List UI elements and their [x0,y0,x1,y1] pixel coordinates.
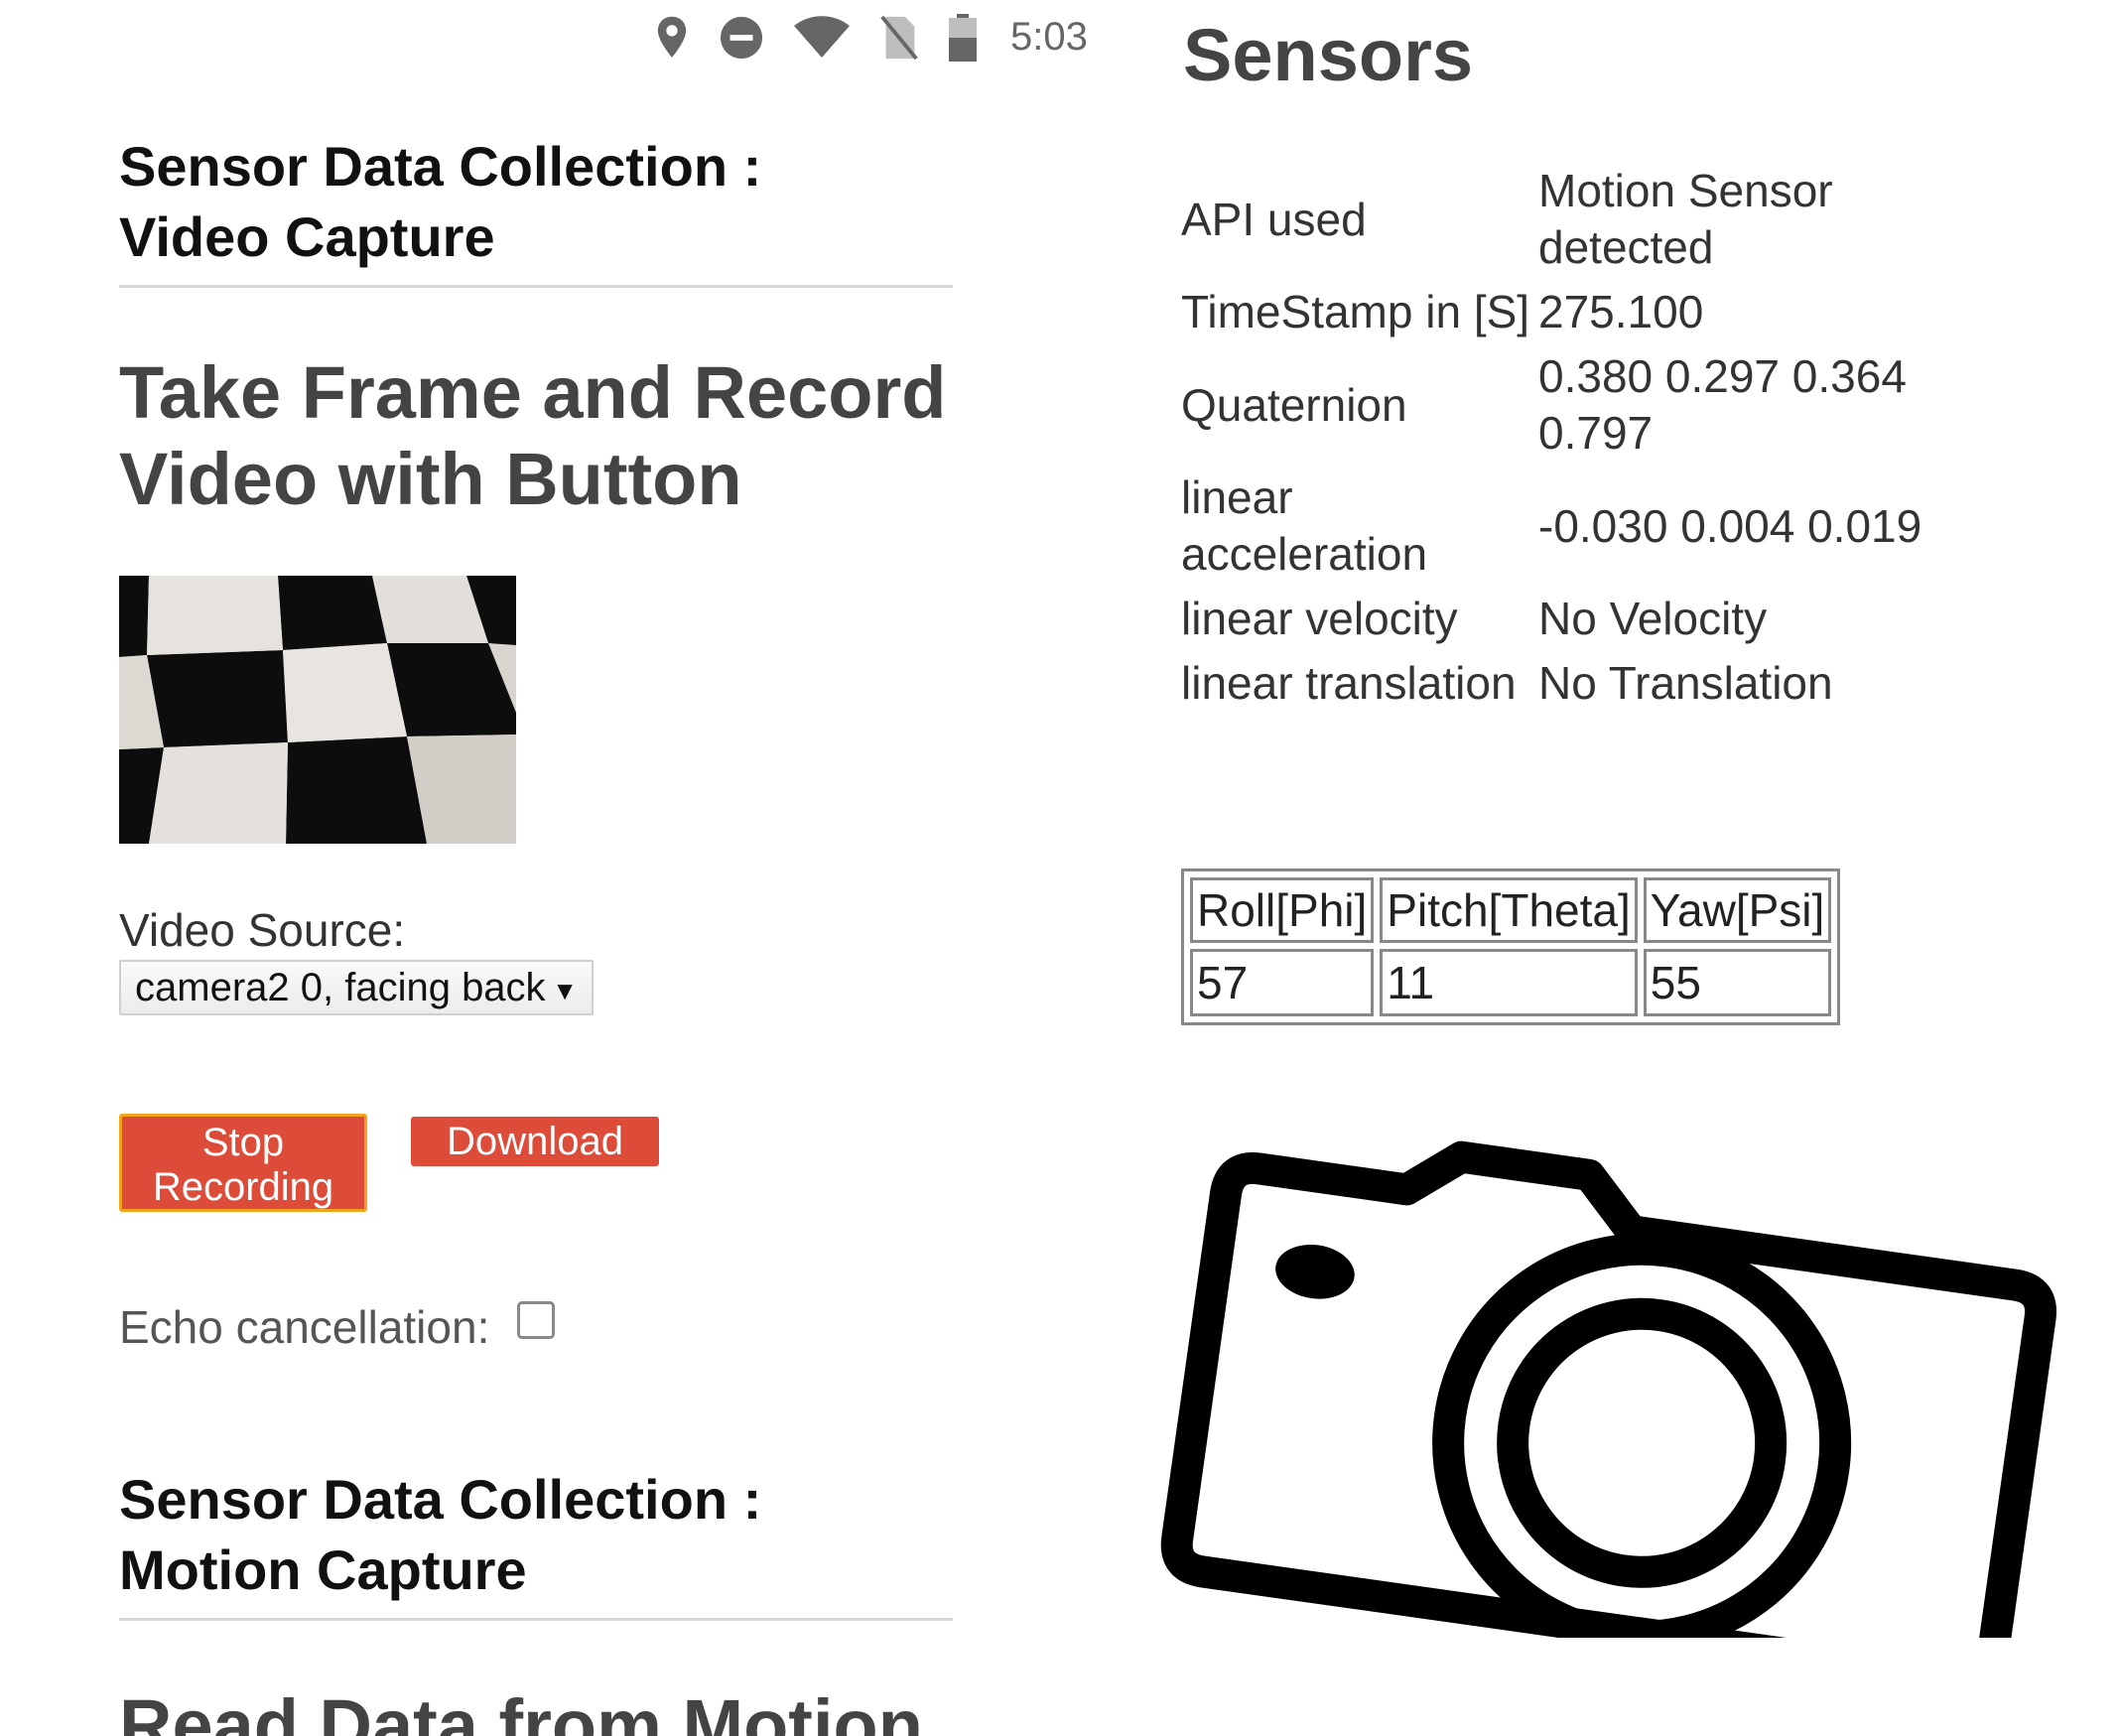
battery-icon [949,13,977,62]
divider [119,1618,953,1621]
sensor-info-label: linear acceleration [1181,471,1428,580]
no-sim-icon [880,15,918,60]
divider [119,285,953,288]
location-icon [657,16,687,58]
pitch-header: Pitch[Theta] [1380,877,1638,943]
motion-heading: Read Data from Motion [119,1682,1032,1736]
status-bar: 5:03 [655,10,1088,65]
angles-value-row: 57 11 55 [1190,949,1832,1016]
sensor-info-label: TimeStamp in [S] [1181,286,1530,337]
motion-section-title-line1: Sensor Data Collection : [119,1468,762,1531]
checkerboard-image [119,576,516,844]
video-source-value: camera2 0, facing back [135,965,546,1009]
yaw-header: Yaw[Psi] [1643,877,1832,943]
sensor-info-row: linear velocity No Velocity [1181,587,1955,651]
echo-cancellation-checkbox[interactable] [517,1301,556,1339]
yaw-value: 55 [1643,949,1832,1016]
motion-section-title: Sensor Data Collection : Motion Capture [119,1464,953,1605]
sensor-info-value: 0.380 0.297 0.364 0.797 [1538,350,1907,459]
sensor-info-value: Motion Sensor detected [1538,165,1833,273]
dnd-icon [720,16,763,59]
pitch-value: 11 [1380,949,1638,1016]
motion-heading-line1-partial: Read Data from Motion [1183,0,1987,10]
motion-heading-line2: Sensors [1183,14,1474,96]
page-heading-line1: Take Frame and Record [119,351,947,434]
roll-header: Roll[Phi] [1190,877,1375,943]
video-preview [119,576,516,844]
sensor-info-row: TimeStamp in [S] 275.100 [1181,280,1955,344]
section-title: Sensor Data Collection : Video Capture [119,131,953,272]
section-title-line2: Video Capture [119,205,495,268]
stop-recording-line1: Stop [201,1121,285,1164]
dropdown-arrow-icon: ▼ [552,976,578,1005]
clock: 5:03 [1010,15,1088,59]
motion-heading-line1: Read Data from Motion [119,1684,923,1736]
stop-recording-button[interactable]: Stop Recording [119,1114,367,1212]
sensor-info-row: API used Motion Sensor detected [1181,159,1955,280]
echo-cancellation-row: Echo cancellation: [119,1300,556,1354]
sensor-info-row: linear acceleration -0.030 0.004 0.019 [1181,466,1955,587]
roll-value: 57 [1190,949,1375,1016]
sensor-info-table: API used Motion Sensor detected TimeStamp … [1181,159,1955,716]
sensor-info-value: No Velocity [1538,593,1768,644]
angles-header-row: Roll[Phi] Pitch[Theta] Yaw[Psi] [1190,877,1832,943]
sensor-info-label: API used [1181,193,1367,245]
video-source-label: Video Source: [119,904,406,956]
page-heading: Take Frame and Record Video with Button [119,349,1032,522]
sensor-info-row: linear translation No Translation [1181,651,1955,716]
sensor-info-label: linear velocity [1181,593,1458,644]
wifi-icon [794,15,850,58]
sensor-info-label: linear translation [1181,657,1517,709]
angles-table: Roll[Phi] Pitch[Theta] Yaw[Psi] 57 11 55 [1181,868,1841,1025]
download-button[interactable]: Download [411,1117,659,1166]
motion-capture-panel: Read Data from Motion Sensors API used Mo… [1122,0,2120,1736]
sensor-info-value: -0.030 0.004 0.019 [1538,499,1922,552]
camera-icon[interactable] [1141,1102,2094,1638]
section-title-line1: Sensor Data Collection : [119,135,762,198]
sensor-info-label: Quaternion [1181,378,1407,431]
sensor-info-value: No Translation [1538,657,1833,709]
sensor-info-value: 275.100 [1538,286,1704,337]
page-heading-line2: Video with Button [119,438,742,520]
video-source-select[interactable]: camera2 0, facing back ▼ [119,960,594,1015]
video-capture-panel: 5:03 Sensor Data Collection : Video Capt… [0,0,1112,1736]
echo-cancellation-label: Echo cancellation: [119,1301,490,1353]
motion-section-title-line2: Motion Capture [119,1538,527,1601]
stop-recording-line2: Recording [152,1165,334,1209]
sensor-info-row: Quaternion 0.380 0.297 0.364 0.797 [1181,344,1955,466]
motion-heading-continued: Read Data from Motion Sensors [1183,0,2076,98]
